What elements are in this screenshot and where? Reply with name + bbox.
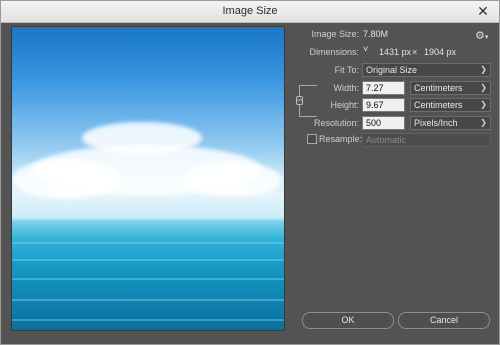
dimensions-dropdown-arrow[interactable]: ˅ <box>363 44 368 54</box>
dialog-title: Image Size <box>222 5 278 17</box>
cancel-button[interactable]: Cancel <box>398 312 490 329</box>
bracket-bottom <box>299 116 317 117</box>
width-input[interactable]: 7.27 <box>362 81 405 95</box>
height-unit-value: Centimeters <box>414 100 463 110</box>
bracket-left-top <box>299 85 300 96</box>
wave-line <box>12 299 284 301</box>
resolution-unit-select[interactable]: Pixels/Inch ❯ <box>410 116 491 130</box>
chevron-down-icon: ❯ <box>480 83 487 92</box>
resample-label: Resample: <box>319 134 363 144</box>
wave-line <box>12 259 284 261</box>
dimensions-times: × <box>412 47 418 57</box>
chevron-down-icon: ❯ <box>480 100 487 109</box>
resolution-unit-value: Pixels/Inch <box>414 118 458 128</box>
dimensions-label: Dimensions: <box>309 47 359 57</box>
chevron-down-icon: ❯ <box>480 65 487 74</box>
ok-button[interactable]: OK <box>302 312 394 329</box>
height-input[interactable]: 9.67 <box>362 98 405 112</box>
chevron-down-icon: ❯ <box>480 118 487 127</box>
fit-to-select[interactable]: Original Size ❯ <box>362 63 491 77</box>
resolution-input[interactable]: 500 <box>362 116 405 130</box>
width-label: Width: <box>333 83 359 93</box>
resample-value: Automatic <box>366 135 407 145</box>
cloud-shape <box>12 159 122 199</box>
gear-icon[interactable]: ⚙▾ <box>475 29 489 42</box>
resample-select[interactable]: Automatic <box>362 133 491 147</box>
image-size-value: 7.80M <box>363 29 389 39</box>
fit-to-value: Original Size <box>366 65 418 75</box>
dimensions-height: 1904 px <box>424 47 457 57</box>
dimensions-width: 1431 px <box>379 47 412 57</box>
fit-to-label: Fit To: <box>334 65 359 75</box>
wave-line <box>12 319 284 321</box>
resolution-label: Resolution: <box>313 118 359 128</box>
resample-checkbox[interactable] <box>307 134 317 144</box>
bracket-left-bottom <box>299 105 300 116</box>
width-unit-value: Centimeters <box>414 83 463 93</box>
close-icon[interactable]: ✕ <box>475 3 491 19</box>
height-unit-select[interactable]: Centimeters ❯ <box>410 98 491 112</box>
cloud-shape <box>182 162 282 197</box>
wave-line <box>12 278 284 280</box>
wave-line <box>12 242 284 244</box>
image-size-dialog: Image Size ✕ Image Size: 7.80M ⚙▾ Dimens… <box>0 0 500 345</box>
image-preview[interactable] <box>11 26 285 331</box>
title-bar: Image Size ✕ <box>1 1 499 23</box>
image-size-label: Image Size: <box>311 29 359 39</box>
width-unit-select[interactable]: Centimeters ❯ <box>410 81 491 95</box>
height-label: Height: <box>330 100 359 110</box>
